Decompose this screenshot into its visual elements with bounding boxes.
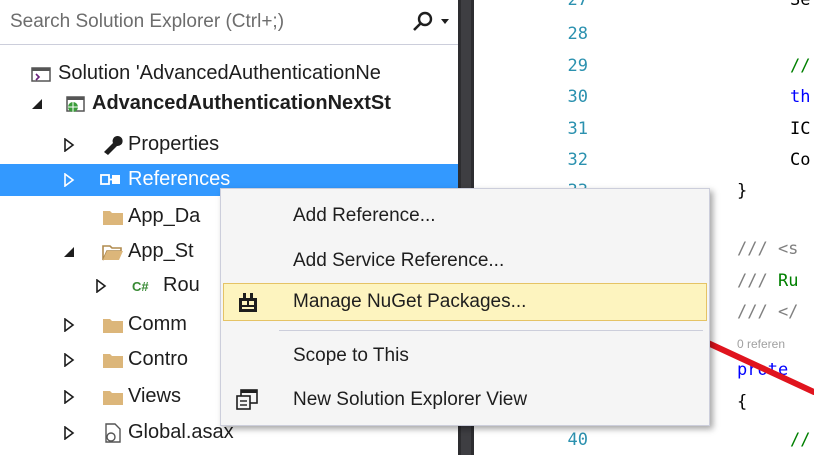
collapsed-arrow-icon[interactable] xyxy=(62,390,76,404)
doc-comment-prefix: /// xyxy=(737,271,778,291)
code-line: Se xyxy=(790,0,811,10)
search-input[interactable]: Search Solution Explorer (Ctrl+;) xyxy=(10,11,284,33)
collapsed-arrow-icon[interactable] xyxy=(62,173,76,187)
line-number: 30 xyxy=(567,87,588,107)
collapsed-arrow-icon[interactable] xyxy=(62,138,76,152)
folder-icon xyxy=(103,354,123,368)
tree-item-label: Contro xyxy=(128,348,189,370)
doc-comment: /// Ru xyxy=(737,271,798,291)
tree-item-label: Global.asax xyxy=(128,421,234,443)
web-project-icon xyxy=(66,96,85,112)
line-number: 29 xyxy=(567,56,588,76)
doc-comment: /// </ xyxy=(737,302,799,322)
collapsed-arrow-icon[interactable] xyxy=(62,353,76,367)
menu-item-label: Manage NuGet Packages... xyxy=(293,291,527,312)
code-keyword: th xyxy=(790,87,811,107)
menu-item-scope-to-this[interactable]: Scope to This xyxy=(223,337,707,375)
folder-icon xyxy=(103,319,123,333)
code-keyword: prote xyxy=(737,360,789,380)
line-number: 31 xyxy=(567,119,588,139)
folder-icon xyxy=(103,391,123,405)
nuget-package-icon xyxy=(239,293,257,312)
menu-separator xyxy=(279,330,703,331)
tree-item-label: Properties xyxy=(128,133,220,155)
tree-item-label: References xyxy=(128,168,231,190)
context-menu: Add Reference... Add Service Reference..… xyxy=(220,188,710,426)
open-folder-icon xyxy=(102,245,123,261)
menu-item-add-service-reference[interactable]: Add Service Reference... xyxy=(223,242,707,280)
search-box[interactable]: Search Solution Explorer (Ctrl+;) xyxy=(0,0,458,45)
code-line: IC xyxy=(790,119,811,139)
code-line: Co xyxy=(790,150,811,170)
asax-file-icon xyxy=(105,423,121,443)
tree-item-label: Comm xyxy=(128,313,187,335)
wrench-icon xyxy=(104,136,123,155)
folder-icon xyxy=(103,211,123,225)
menu-item-label: Add Service Reference... xyxy=(293,250,505,271)
menu-item-label: Add Reference... xyxy=(293,205,436,226)
tree-item-label: App_St xyxy=(128,240,194,262)
line-number: 27 xyxy=(567,0,588,10)
tree-item-label: Solution 'AdvancedAuthenticationNe xyxy=(58,62,381,84)
code-comment: // xyxy=(790,430,811,450)
solution-icon xyxy=(31,67,51,82)
search-options-chevron-icon[interactable] xyxy=(438,14,452,28)
code-comment: // xyxy=(790,56,811,76)
menu-item-label: Scope to This xyxy=(293,345,409,366)
menu-item-manage-nuget-packages[interactable]: Manage NuGet Packages... xyxy=(223,283,707,321)
csharp-file-icon: C# xyxy=(132,279,149,294)
collapsed-arrow-icon[interactable] xyxy=(62,426,76,440)
expanded-arrow-icon[interactable] xyxy=(30,97,44,111)
menu-item-label: New Solution Explorer View xyxy=(293,389,528,410)
new-window-icon xyxy=(236,389,258,410)
line-number: 32 xyxy=(567,150,588,170)
search-icon[interactable] xyxy=(410,10,436,34)
collapsed-arrow-icon[interactable] xyxy=(62,318,76,332)
tree-item-label: Views xyxy=(128,385,181,407)
line-number: 40 xyxy=(567,430,588,450)
code-brace: } xyxy=(737,181,748,201)
menu-item-add-reference[interactable]: Add Reference... xyxy=(223,197,707,235)
tree-item-label: AdvancedAuthenticationNextSt xyxy=(92,92,391,114)
references-icon xyxy=(100,174,120,185)
collapsed-arrow-icon[interactable] xyxy=(94,279,108,293)
doc-comment-text: Ru xyxy=(777,271,799,291)
tree-item-solution[interactable]: Solution 'AdvancedAuthenticationNe xyxy=(0,59,458,89)
code-brace: { xyxy=(737,392,748,412)
tree-item-project[interactable]: AdvancedAuthenticationNextSt xyxy=(0,89,458,119)
menu-item-new-solution-explorer-view[interactable]: New Solution Explorer View xyxy=(223,381,707,419)
line-number: 28 xyxy=(567,24,588,44)
tree-item-properties[interactable]: Properties xyxy=(0,130,458,160)
doc-comment: /// <s xyxy=(737,239,799,259)
codelens-references[interactable]: 0 referen xyxy=(737,337,785,351)
tree-item-label: App_Da xyxy=(128,205,201,227)
tree-item-label: Rou xyxy=(163,274,200,296)
expanded-arrow-icon[interactable] xyxy=(62,245,76,259)
